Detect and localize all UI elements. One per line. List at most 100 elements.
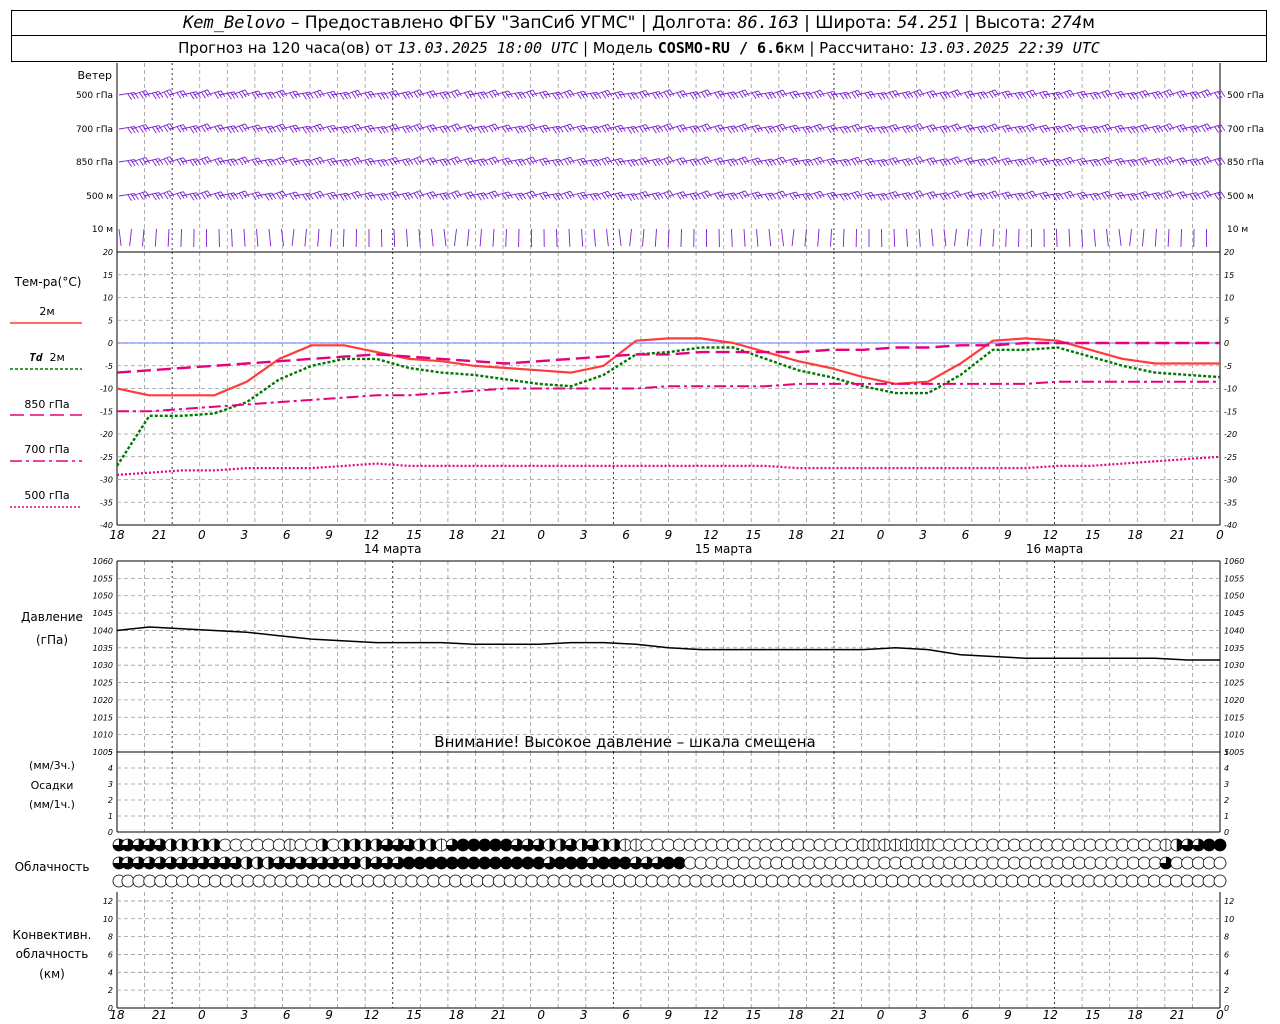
wind-barb: [129, 228, 132, 247]
cloud-outline: [656, 874, 670, 888]
wind-barb-flag: [727, 194, 732, 201]
cloud-symbol: [575, 838, 589, 852]
pressure-ytick-left: 1055: [93, 574, 113, 583]
wind-barb: [817, 228, 820, 247]
wind-barb-flag: [1189, 92, 1195, 100]
cloud-symbol: [651, 838, 665, 852]
wind-barb: [842, 228, 845, 247]
wind-barb-flag: [477, 127, 482, 134]
cloud-outline: [678, 874, 692, 888]
cloud-symbol: [737, 856, 751, 870]
cloud-outline: [995, 874, 1008, 888]
wind-barb-shaft: [817, 228, 820, 247]
wind-barb-flag: [813, 159, 819, 166]
wind-barb-shaft: [129, 228, 132, 247]
wind-barb-shaft: [556, 228, 558, 247]
wind-barb-flag: [1155, 92, 1161, 99]
cloud-symbol: [798, 874, 812, 888]
wind-barb-flag: [676, 126, 682, 133]
wind-barb-flag: [1155, 193, 1161, 200]
cloud-outline: [962, 874, 976, 888]
wind-barb: [1006, 158, 1027, 167]
cloud-outline: [307, 874, 320, 888]
wind-barb: [680, 228, 682, 247]
cloud-outline: [1181, 856, 1194, 870]
cloud-overcast: [608, 856, 621, 870]
cloud-symbol: [1148, 856, 1162, 870]
x-tick-label-top: 12: [703, 528, 718, 542]
wind-barb: [581, 228, 584, 247]
wind-barb: [243, 228, 246, 247]
cloud-outline: [229, 838, 243, 852]
cloud-symbol: [737, 838, 751, 852]
wind-barb-flag: [730, 193, 736, 200]
wind-barb-shaft: [231, 228, 233, 247]
wind-barb: [492, 228, 495, 247]
wind-barb-flag: [614, 126, 620, 134]
cloud-symbol: [1093, 874, 1107, 888]
cloud-outline: [503, 874, 517, 888]
wind-barb-flag: [576, 126, 582, 134]
wind-barb-flag: [244, 156, 250, 164]
wind-barb-flag: [651, 193, 657, 201]
cloud-symbol: [1083, 856, 1097, 870]
wind-barb: [906, 228, 908, 247]
wind-barb-flag: [913, 192, 919, 200]
wind-barb-flag: [477, 194, 482, 201]
cloud-symbol: [802, 838, 816, 852]
cloud-overcast: [575, 856, 589, 870]
cloud-symbol: [1213, 856, 1227, 870]
wind-barb-flag: [204, 90, 209, 98]
wind-barb-flag: [313, 92, 319, 99]
wind-barb-flag: [526, 158, 532, 166]
cloud-symbol: [435, 838, 448, 852]
wind-barb-flag: [782, 123, 788, 131]
cloud-outline: [251, 838, 264, 852]
wind-barb-flag: [127, 160, 133, 167]
pressure-ytick-left: 1015: [93, 713, 113, 722]
pressure-ytick-right: 1035: [1224, 644, 1244, 653]
cloud-outline: [835, 856, 848, 870]
cloud-symbol: [1170, 856, 1184, 870]
wind-barb-flag: [692, 159, 698, 166]
wind-barb-flag: [1192, 193, 1198, 200]
cloud-symbol: [435, 856, 448, 870]
wind-barb-shaft: [1142, 228, 1145, 247]
temp-ytick-right: -20: [1224, 430, 1237, 439]
wind-barb-flag: [704, 124, 709, 132]
wind-barb-flag: [802, 127, 807, 134]
cloud-outline: [329, 874, 342, 888]
wind-barb-flag: [477, 93, 482, 100]
cloud-outline: [569, 874, 583, 888]
wind-barb-flag: [251, 193, 257, 200]
cloud-outline: [1062, 838, 1076, 852]
cloud-outline: [781, 856, 794, 870]
wind-barb-flag: [954, 90, 959, 98]
wind-barb: [256, 158, 277, 167]
wind-barb-flag: [1220, 191, 1226, 199]
wind-barb-flag: [802, 93, 807, 100]
wind-barb-flag: [302, 160, 307, 167]
cloud-symbol: [1008, 838, 1021, 852]
wind-barb-shaft: [243, 228, 246, 247]
wind-barb-flag: [1063, 193, 1069, 200]
wind-barb-flag: [954, 191, 959, 199]
cloud-symbol: [536, 874, 550, 888]
cloud-outline: [274, 874, 288, 888]
cloud-symbol: [197, 838, 210, 852]
wind-barb: [1006, 192, 1027, 201]
wind-barb-flag: [980, 159, 986, 166]
wind-barb-flag: [1192, 159, 1198, 166]
wind-barb-flag: [319, 156, 325, 164]
x-tick-label-top: 3: [580, 528, 588, 542]
wind-barb-flag: [1069, 89, 1075, 97]
cloud-symbol: [416, 874, 430, 888]
wind-barb-flag: [607, 124, 613, 131]
wind-barb-flag: [905, 193, 911, 200]
wind-barb-flag: [264, 127, 270, 134]
wind-barb: [606, 228, 609, 247]
cloud-symbol: [618, 838, 632, 852]
cloud-outline: [176, 874, 189, 888]
wind-barb-flag: [139, 193, 144, 200]
wind-barb-shaft: [756, 228, 759, 247]
